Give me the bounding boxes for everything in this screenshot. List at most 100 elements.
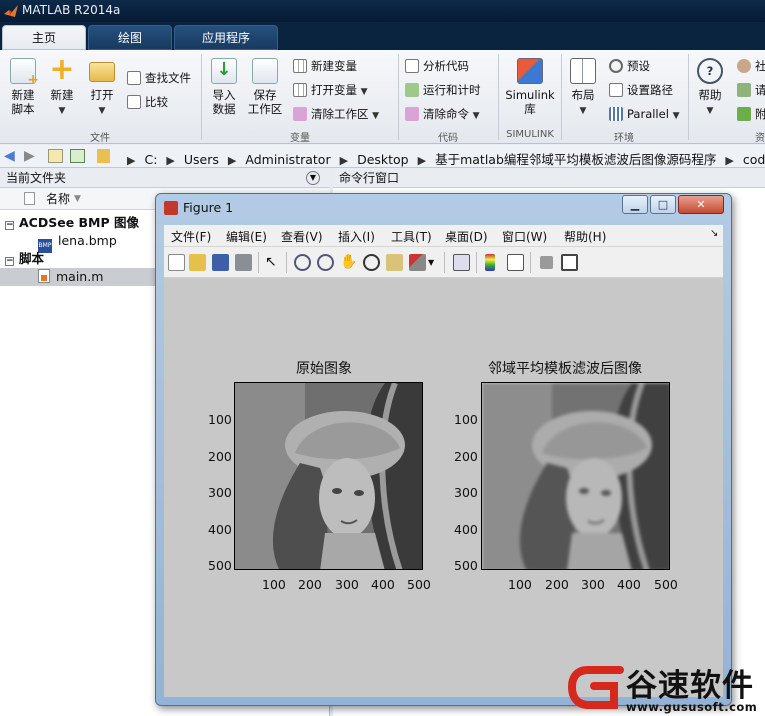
data-cursor-icon[interactable]	[386, 254, 403, 271]
close-button[interactable]: ✕	[678, 195, 724, 214]
collapse-icon[interactable]: −	[5, 221, 14, 230]
simulink-library-button[interactable]: Simulink 库	[503, 58, 557, 116]
new-button[interactable]: + 新建 ▼	[44, 52, 80, 118]
new-figure-icon[interactable]	[168, 254, 185, 271]
menu-tools[interactable]: 工具(T)	[391, 228, 432, 245]
import-data-button[interactable]: ↓ 导入 数据	[205, 58, 243, 116]
group-label-variable: 变量	[290, 133, 310, 144]
x-tick-label: 300	[335, 577, 359, 592]
breadcrumb-item[interactable]: 基于matlab编程邻域平均模板滤波后图像源码程序	[435, 152, 716, 167]
figure-window: Figure 1 ▁ □ ✕ 文件(F) 编辑(E) 查看(V) 插入(I) 工…	[155, 193, 732, 706]
up-folder-icon[interactable]	[48, 149, 63, 163]
show-tools-icon[interactable]	[561, 254, 578, 271]
open-variable-button[interactable]: 打开变量 ▼	[293, 81, 368, 99]
community-button[interactable]: 社	[737, 57, 765, 75]
minimize-button[interactable]: ▁	[622, 195, 648, 214]
back-arrow-icon[interactable]: ◀	[4, 148, 15, 164]
matlab-figure-icon	[164, 201, 178, 215]
group-divider	[398, 54, 399, 140]
breadcrumb-separator-icon: ▶	[166, 154, 175, 167]
compare-button[interactable]: 比较	[127, 93, 168, 111]
rotate-3d-icon[interactable]	[363, 254, 380, 271]
save-icon[interactable]	[212, 254, 229, 271]
layout-button[interactable]: 布局 ▼	[565, 58, 601, 118]
plus-icon: +	[49, 52, 75, 87]
new-script-button[interactable]: + 新建 脚本	[4, 58, 42, 116]
grid-icon	[293, 83, 307, 97]
clear-commands-button[interactable]: 清除命令 ▼	[405, 105, 480, 123]
breadcrumb-item[interactable]: code	[743, 152, 765, 167]
collapse-icon[interactable]: −	[5, 257, 14, 266]
zoom-out-icon[interactable]	[317, 254, 334, 271]
menu-window[interactable]: 窗口(W)	[502, 228, 547, 245]
colorbar-icon[interactable]	[485, 254, 495, 271]
panel-title: 当前文件夹	[6, 171, 67, 185]
request-support-button[interactable]: 请	[737, 81, 765, 99]
x-tick-label: 500	[654, 577, 678, 592]
help-label: 帮助	[698, 88, 722, 102]
caret-icon: ▼	[672, 111, 680, 121]
help-button[interactable]: ? 帮助 ▼	[692, 58, 728, 118]
panel-header: 当前文件夹 ▼	[0, 168, 330, 188]
tree-group-label: 脚本	[19, 251, 45, 266]
menu-desktop[interactable]: 桌面(D)	[445, 228, 488, 245]
new-script-icon: +	[10, 58, 39, 87]
tab-home[interactable]: 主页	[2, 25, 86, 50]
gear-icon	[609, 59, 623, 73]
toolbar-divider	[286, 252, 287, 273]
y-tick-label: 400	[208, 522, 232, 537]
browse-folder-icon[interactable]	[70, 149, 85, 163]
breadcrumb-item[interactable]: Administrator	[245, 152, 330, 167]
menu-insert[interactable]: 插入(I)	[338, 228, 375, 245]
figure-title: Figure 1	[183, 200, 234, 215]
set-path-button[interactable]: 设置路径	[609, 81, 673, 99]
layout-icon	[570, 58, 596, 84]
open-button[interactable]: 打开 ▼	[84, 58, 120, 118]
save-workspace-button[interactable]: 保存 工作区	[245, 58, 285, 116]
run-and-time-button[interactable]: 运行和计时	[405, 81, 481, 99]
clear-commands-label: 清除命令	[423, 107, 469, 121]
analyze-code-button[interactable]: 分析代码	[405, 57, 469, 75]
group-label-resources: 资源	[755, 133, 765, 144]
print-icon[interactable]	[235, 254, 252, 271]
menu-edit[interactable]: 编辑(E)	[226, 228, 267, 245]
axes-title: 邻域平均模板滤波后图像	[488, 361, 642, 377]
parallel-button[interactable]: Parallel ▼	[609, 105, 679, 123]
breadcrumb-item[interactable]: Desktop	[357, 152, 409, 167]
x-tick-label: 200	[298, 577, 322, 592]
brush-icon[interactable]	[409, 254, 426, 271]
caret-icon[interactable]: ▼	[428, 254, 436, 271]
file-name: main.m	[56, 269, 104, 284]
addons-button[interactable]: 附	[737, 105, 765, 123]
watermark-url: www.gususoft.com	[626, 700, 758, 714]
save-workspace-label: 保存 工作区	[247, 88, 283, 116]
legend-icon[interactable]	[507, 254, 524, 271]
tab-apps[interactable]: 应用程序	[174, 25, 278, 50]
tree-group-label: ACDSee BMP 图像	[19, 215, 140, 230]
preferences-button[interactable]: 预设	[609, 57, 650, 75]
column-name[interactable]: 名称	[46, 188, 70, 210]
forward-arrow-icon[interactable]: ▶	[24, 148, 35, 164]
link-plot-icon[interactable]	[453, 254, 470, 271]
menu-help[interactable]: 帮助(H)	[564, 228, 606, 245]
menu-view[interactable]: 查看(V)	[281, 228, 323, 245]
dock-arrow-icon[interactable]: ↘	[710, 228, 718, 239]
menu-file[interactable]: 文件(F)	[171, 228, 211, 245]
caret-icon: ▼	[58, 106, 66, 116]
maximize-button[interactable]: □	[650, 195, 676, 214]
clear-workspace-button[interactable]: 清除工作区 ▼	[293, 105, 379, 123]
eraser-icon	[405, 107, 419, 121]
open-file-icon[interactable]	[189, 254, 206, 271]
find-files-button[interactable]: 查找文件	[127, 69, 191, 87]
pointer-icon[interactable]: ↖	[265, 254, 282, 271]
hide-tools-icon[interactable]	[540, 256, 553, 269]
breadcrumb-item[interactable]: Users	[184, 152, 219, 167]
pan-hand-icon[interactable]: ✋	[340, 254, 357, 271]
zoom-in-icon[interactable]	[294, 254, 311, 271]
group-label-environment: 环境	[614, 133, 634, 144]
tab-plots[interactable]: 绘图	[88, 25, 172, 50]
new-variable-button[interactable]: 新建变量	[293, 57, 357, 75]
set-path-label: 设置路径	[627, 83, 673, 97]
panel-menu-icon[interactable]: ▼	[306, 171, 320, 185]
breadcrumb-item[interactable]: C:	[144, 152, 157, 167]
